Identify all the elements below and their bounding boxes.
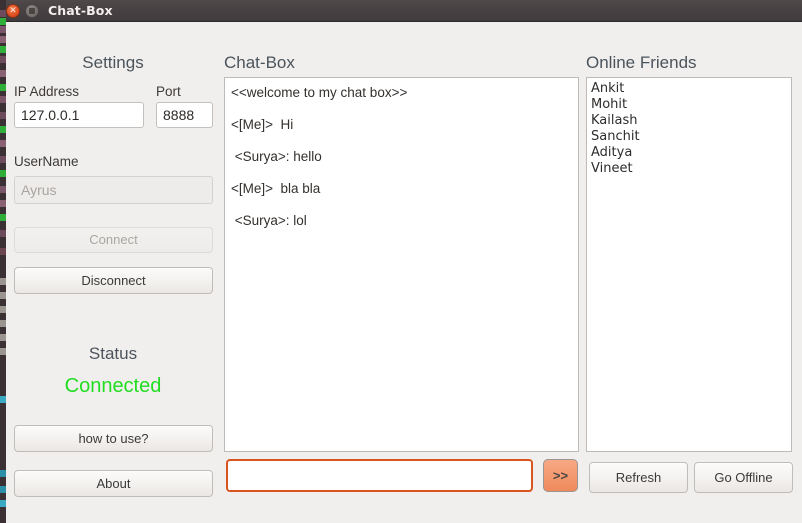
list-item[interactable]: Kailash	[587, 113, 791, 129]
status-value: Connected	[64, 375, 162, 397]
ip-address-input[interactable]	[14, 102, 144, 128]
chat-message: <Surya>: hello	[231, 149, 322, 164]
how-to-use-button[interactable]: how to use?	[14, 425, 213, 452]
list-item[interactable]: Aditya	[587, 145, 791, 161]
maximize-square-glyph	[29, 8, 35, 14]
chat-message: <<welcome to my chat box>>	[231, 85, 408, 100]
friends-list: Ankit Mohit Kailash Sanchit Aditya Vinee…	[587, 78, 791, 177]
list-item[interactable]: Ankit	[587, 81, 791, 97]
ip-address-label: IP Address	[14, 84, 80, 99]
connect-button[interactable]: Connect	[14, 227, 213, 253]
window-body: Settings IP Address Port UserName Connec…	[6, 22, 802, 523]
chat-line-spacer	[231, 133, 578, 149]
friends-heading: Online Friends	[586, 53, 697, 72]
chat-heading: Chat-Box	[224, 53, 295, 72]
list-item[interactable]: Sanchit	[587, 129, 791, 145]
chat-line-spacer	[231, 197, 578, 213]
status-label: Status	[88, 344, 138, 363]
go-offline-button[interactable]: Go Offline	[694, 462, 793, 493]
port-input[interactable]	[156, 102, 213, 128]
chat-line-spacer	[231, 101, 578, 117]
chat-messages-box[interactable]: <<welcome to my chat box>> <[Me]> Hi <Su…	[224, 77, 579, 452]
window-close-icon[interactable]: ✕	[6, 4, 20, 18]
list-item[interactable]: Vineet	[587, 161, 791, 177]
close-x-glyph: ✕	[9, 6, 17, 16]
desktop-launcher-strip	[0, 0, 6, 523]
settings-heading: Settings	[82, 53, 144, 72]
window-title: Chat-Box	[48, 3, 113, 18]
chat-message: <[Me]> bla bla	[231, 181, 321, 196]
window-titlebar[interactable]: ✕ Chat-Box	[0, 0, 802, 22]
list-item[interactable]: Mohit	[587, 97, 791, 113]
username-label: UserName	[14, 154, 79, 169]
chat-line-spacer	[231, 165, 578, 181]
port-label: Port	[156, 84, 181, 99]
chat-messages-list: <<welcome to my chat box>> <[Me]> Hi <Su…	[225, 78, 578, 229]
app-window: ✕ Chat-Box Settings IP Address Port User…	[0, 0, 802, 523]
send-button[interactable]: >>	[543, 459, 578, 492]
message-input[interactable]	[226, 459, 533, 492]
window-maximize-icon[interactable]	[25, 4, 39, 18]
about-button[interactable]: About	[14, 470, 213, 497]
chat-message: <[Me]> Hi	[231, 117, 294, 132]
chat-message: <Surya>: lol	[231, 213, 307, 228]
disconnect-button[interactable]: Disconnect	[14, 267, 213, 294]
friends-list-box[interactable]: Ankit Mohit Kailash Sanchit Aditya Vinee…	[586, 77, 792, 452]
refresh-button[interactable]: Refresh	[589, 462, 688, 493]
username-input[interactable]	[14, 176, 213, 204]
